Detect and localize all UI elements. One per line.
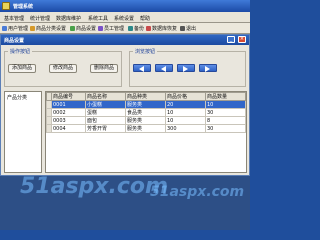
next-record-button[interactable] (177, 64, 195, 72)
arrow-right-icon (183, 66, 188, 72)
last-record-button[interactable] (199, 64, 217, 72)
tree-root-label: 产品分类 (7, 95, 28, 101)
goods-table: 商品编号 商品名称 商品种类 商品价格 商品数量 0001 小蛋糕 服务类 20… (46, 92, 246, 133)
toolbar-category-button[interactable]: 商品分类设置 (30, 25, 66, 33)
goods-settings-window: 商品设置 _ × 操作按钮 添加商品 修改商品 删除商品 浏览按钮 产品分类 商… (0, 34, 250, 176)
cell[interactable]: 0001 (51, 100, 86, 109)
cell[interactable]: 20 (165, 100, 206, 109)
add-goods-button[interactable]: 添加商品 (8, 64, 36, 73)
cell[interactable]: 30 (205, 124, 246, 133)
first-record-button[interactable] (133, 64, 151, 72)
menu-help[interactable]: 帮助 (140, 15, 150, 22)
cell[interactable]: 小蛋糕 (85, 100, 126, 109)
menubar: 基本管理 统计管理 数据库维护 系统工具 系统设置 帮助 (0, 12, 250, 23)
menu-tools[interactable]: 系统工具 (88, 15, 108, 22)
goods-icon (70, 26, 75, 31)
cell[interactable]: 10 (205, 100, 246, 109)
cell[interactable]: 服务类 (125, 116, 166, 125)
cell[interactable]: 30 (205, 108, 246, 117)
cell[interactable]: 300 (165, 124, 206, 133)
prev-record-button[interactable] (155, 64, 173, 72)
category-icon (30, 26, 35, 31)
goods-grid[interactable]: 商品编号 商品名称 商品种类 商品价格 商品数量 0001 小蛋糕 服务类 20… (45, 91, 247, 173)
staff-icon (98, 26, 103, 31)
table-row[interactable]: 0001 小蛋糕 服务类 20 10 (46, 100, 246, 109)
menu-basic[interactable]: 基本管理 (4, 15, 24, 22)
close-button[interactable]: × (238, 36, 246, 43)
users-icon (2, 26, 7, 31)
cell[interactable]: 服务类 (125, 100, 166, 109)
watermark: 51aspx.com (20, 174, 168, 199)
window-title: 管理系统 (13, 4, 34, 10)
cell[interactable]: 芳香开胃 (85, 124, 126, 133)
cell[interactable]: 0002 (51, 108, 86, 117)
cell[interactable]: 服务类 (125, 124, 166, 133)
toolbar-backup-button[interactable]: 备份 (128, 25, 144, 33)
arrow-right-icon (205, 66, 210, 72)
app-icon (2, 2, 10, 10)
column-header[interactable]: 商品编号 (51, 92, 86, 101)
child-title: 商品设置 (4, 38, 25, 44)
menu-db[interactable]: 数据库维护 (56, 15, 81, 22)
column-header[interactable]: 商品价格 (165, 92, 206, 101)
cell[interactable]: 食品类 (125, 108, 166, 117)
backup-icon (128, 26, 133, 31)
category-tree[interactable]: 产品分类 (4, 91, 42, 173)
watermark: 51aspx.com (150, 184, 245, 200)
cell[interactable]: 蛋糕 (85, 108, 126, 117)
arrow-left-icon (139, 66, 144, 72)
toolbar-exit-button[interactable]: 退出 (180, 25, 196, 33)
operation-group: 操作按钮 添加商品 修改商品 删除商品 (4, 48, 122, 87)
cell[interactable]: 10 (165, 108, 206, 117)
delete-goods-button[interactable]: 删除商品 (90, 64, 118, 73)
toolbar-users-button[interactable]: 用户管理 (2, 25, 28, 33)
toolbar-staff-button[interactable]: 员工管理 (98, 25, 124, 33)
browse-group: 浏览按钮 (129, 48, 246, 87)
browse-group-title: 浏览按钮 (133, 48, 158, 55)
toolbar-goods-button[interactable]: 商品设置 (70, 25, 96, 33)
table-row[interactable]: 0003 面包 服务类 10 8 (46, 116, 246, 125)
cell[interactable]: 0004 (51, 124, 86, 133)
operation-group-title: 操作按钮 (8, 48, 33, 55)
cell[interactable]: 0003 (51, 116, 86, 125)
minimize-button[interactable]: _ (227, 36, 235, 43)
cell[interactable]: 8 (205, 116, 246, 125)
table-row[interactable]: 0004 芳香开胃 服务类 300 30 (46, 124, 246, 133)
column-header[interactable]: 商品名称 (85, 92, 126, 101)
child-titlebar: 商品设置 _ × (1, 35, 249, 45)
menu-settings[interactable]: 系统设置 (114, 15, 134, 22)
restore-icon (146, 26, 151, 31)
toolbar: 用户管理 商品分类设置 商品设置 员工管理 备份 数据库恢复 退出 (0, 23, 250, 34)
column-header[interactable]: 商品种类 (125, 92, 166, 101)
cell[interactable]: 10 (165, 116, 206, 125)
cell[interactable]: 面包 (85, 116, 126, 125)
menu-stats[interactable]: 统计管理 (30, 15, 50, 22)
edit-goods-button[interactable]: 修改商品 (49, 64, 77, 73)
table-row[interactable]: 0002 蛋糕 食品类 10 30 (46, 108, 246, 117)
column-header[interactable]: 商品数量 (205, 92, 246, 101)
main-titlebar: 管理系统 (0, 0, 250, 12)
arrow-left-icon (161, 66, 166, 72)
toolbar-restore-button[interactable]: 数据库恢复 (146, 25, 177, 33)
exit-icon (180, 26, 185, 31)
